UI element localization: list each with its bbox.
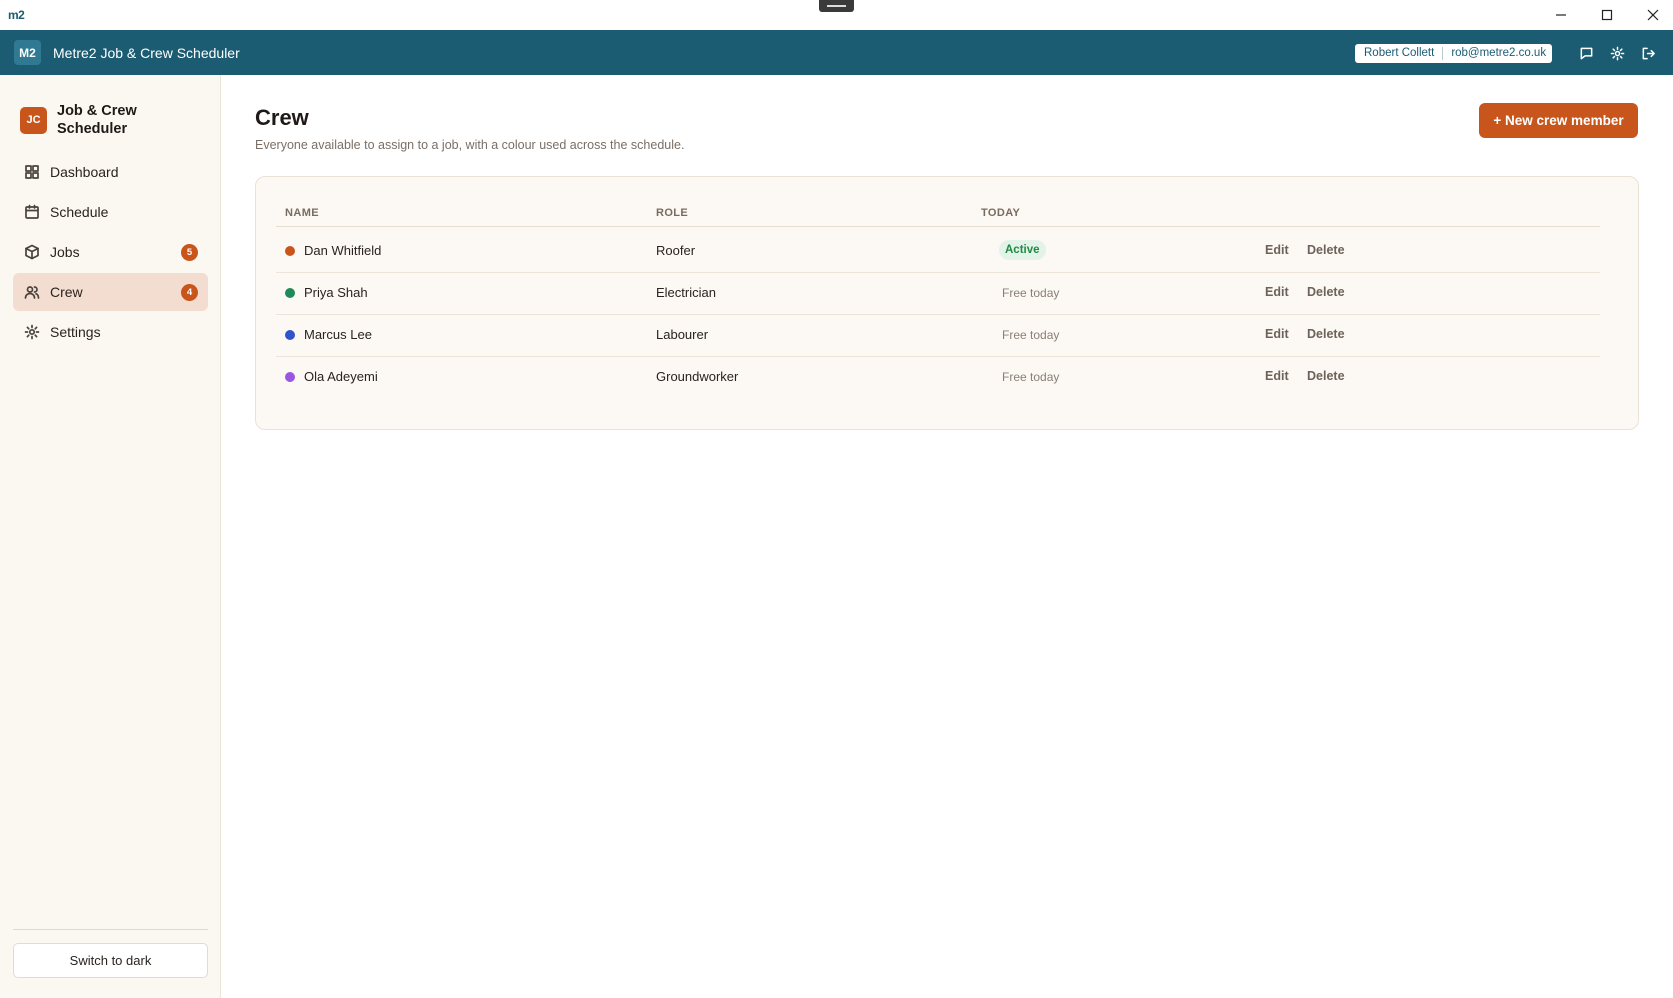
crew-role: Labourer — [656, 327, 709, 342]
sidebar-item-label: Dashboard — [50, 164, 119, 180]
table-row: Ola Adeyemi Groundworker Free today Edit… — [276, 354, 1600, 399]
crew-colour-dot — [285, 246, 295, 256]
today-status: Free today — [1002, 370, 1060, 384]
today-status: Free today — [1002, 328, 1060, 342]
sidebar-item-jobs[interactable]: Jobs 5 — [13, 233, 208, 271]
crew-name: Ola Adeyemi — [304, 369, 378, 384]
minimize-icon[interactable] — [1538, 0, 1584, 30]
sidebar-item-crew[interactable]: Crew 4 — [13, 273, 208, 311]
crew-colour-dot — [285, 288, 295, 298]
crew-name: Priya Shah — [304, 285, 368, 300]
edit-button[interactable]: Edit — [1265, 243, 1289, 257]
crew-table: NAME ROLE TODAY Dan Whitfield Roofer Act… — [255, 176, 1639, 430]
window-titlebar: m2 — [0, 0, 1673, 30]
app-header: M2 Metre2 Job & Crew Scheduler Robert Co… — [0, 30, 1673, 75]
theme-toggle-button[interactable]: Switch to dark — [13, 943, 208, 978]
crew-role: Roofer — [656, 243, 696, 258]
delete-button[interactable]: Delete — [1307, 243, 1345, 257]
delete-button[interactable]: Delete — [1307, 369, 1345, 383]
sidebar-nav: Dashboard Schedule Jobs 5 Crew 4 Setting… — [13, 153, 208, 353]
table-header: NAME ROLE TODAY — [276, 197, 1600, 227]
sidebar-item-label: Schedule — [50, 204, 109, 220]
app-title: Metre2 Job & Crew Scheduler — [53, 45, 240, 61]
sidebar: JC Job & Crew Scheduler Dashboard Schedu… — [0, 75, 221, 998]
sidebar-divider — [13, 929, 208, 930]
page-subtitle: Everyone available to assign to a job, w… — [255, 138, 685, 152]
app-logo: M2 — [14, 40, 41, 65]
sidebar-item-label: Jobs — [50, 244, 80, 260]
page-title: Crew — [255, 105, 309, 130]
close-icon[interactable] — [1630, 0, 1673, 30]
crew-role: Groundworker — [656, 369, 739, 384]
message-icon[interactable] — [1577, 44, 1595, 62]
today-status: Free today — [1002, 286, 1060, 300]
user-email: rob@metre2.co.uk — [1451, 47, 1547, 59]
settings-icon[interactable] — [1608, 44, 1626, 62]
edit-button[interactable]: Edit — [1265, 327, 1289, 341]
delete-button[interactable]: Delete — [1307, 285, 1345, 299]
table-row: Priya Shah Electrician Free today Edit D… — [276, 270, 1600, 315]
crew-count-badge: 4 — [181, 284, 198, 301]
gear-icon — [24, 324, 40, 340]
new-crew-member-button[interactable]: + New crew member — [1479, 103, 1638, 138]
edit-button[interactable]: Edit — [1265, 285, 1289, 299]
crew-name: Dan Whitfield — [304, 243, 382, 258]
logout-icon[interactable] — [1639, 44, 1657, 62]
crew-name: Marcus Lee — [304, 327, 372, 342]
crew-colour-dot — [285, 372, 295, 382]
grid-icon — [25, 165, 39, 179]
sidebar-item-schedule[interactable]: Schedule — [13, 193, 208, 231]
column-header-role: ROLE — [656, 207, 689, 219]
users-icon — [24, 286, 40, 299]
crew-role: Electrician — [656, 285, 716, 300]
sidebar-item-settings[interactable]: Settings — [13, 313, 208, 351]
box-icon — [25, 244, 39, 260]
calendar-icon — [25, 204, 39, 219]
sidebar-item-dashboard[interactable]: Dashboard — [13, 153, 208, 191]
brand-badge: JC — [20, 106, 47, 134]
brand: JC Job & Crew Scheduler — [20, 102, 157, 138]
crew-colour-dot — [285, 330, 295, 340]
brand-name: Job & Crew Scheduler — [57, 103, 137, 137]
delete-button[interactable]: Delete — [1307, 327, 1345, 341]
maximize-icon[interactable] — [1584, 0, 1630, 30]
window-drag-handle[interactable] — [819, 0, 854, 12]
column-header-name: NAME — [285, 207, 319, 219]
user-badge[interactable]: Robert Collett rob@metre2.co.uk — [1355, 44, 1552, 63]
jobs-count-badge: 5 — [181, 244, 198, 261]
main-content: Crew Everyone available to assign to a j… — [221, 75, 1673, 998]
table-row: Dan Whitfield Roofer Active Edit Delete — [276, 228, 1600, 273]
table-row: Marcus Lee Labourer Free today Edit Dele… — [276, 312, 1600, 357]
status-badge: Active — [999, 240, 1046, 260]
column-header-today: TODAY — [981, 207, 1021, 219]
sidebar-item-label: Settings — [50, 324, 101, 340]
sidebar-item-label: Crew — [50, 284, 83, 300]
edit-button[interactable]: Edit — [1265, 369, 1289, 383]
user-name: Robert Collett — [1355, 47, 1444, 60]
window-logo: m2 — [8, 8, 25, 22]
